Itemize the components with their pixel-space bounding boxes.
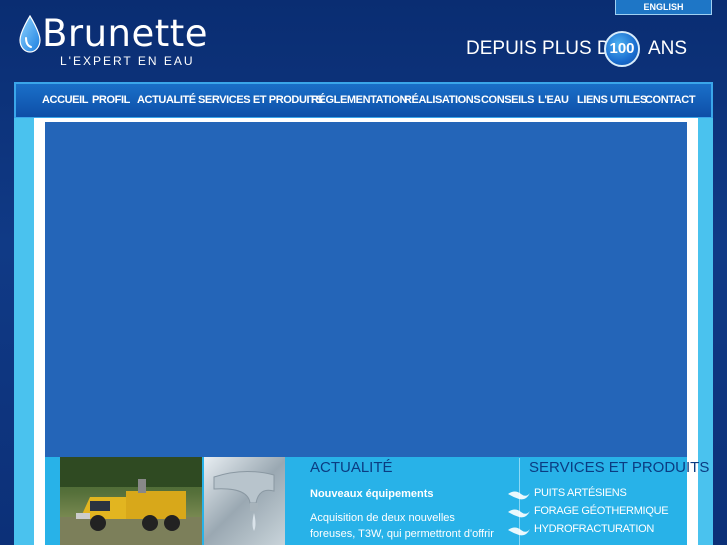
news-section: ACTUALITÉ Nouveaux équipements Acquisiti…: [300, 457, 510, 545]
brand-tagline: L'EXPERT EN EAU: [60, 54, 195, 68]
drilling-truck-photo[interactable]: [60, 457, 202, 545]
brand-name: Brunette: [42, 12, 209, 55]
since-suffix: ANS: [648, 38, 688, 59]
hundred-badge: 100: [604, 31, 640, 67]
faucet-image: [213, 471, 275, 531]
nav-item-leau[interactable]: L'EAU: [538, 84, 569, 117]
service-label: PUITS ARTÉSIENS: [534, 487, 627, 499]
faucet-photo[interactable]: [204, 457, 285, 545]
language-switch-english[interactable]: ENGLISH: [615, 0, 712, 15]
services-title[interactable]: SERVICES ET PRODUITS: [529, 459, 709, 476]
since-prefix: DEPUIS PLUS DE: [466, 38, 624, 59]
nav-item-accueil[interactable]: ACCUEIL: [42, 84, 88, 117]
main-nav: ACCUEIL PROFIL ACTUALITÉ SERVICES ET PRO…: [14, 82, 713, 119]
nav-item-services[interactable]: SERVICES ET PRODUITS: [198, 84, 323, 117]
wave-bullet-icon: [508, 491, 530, 500]
wave-bullet-icon: [508, 509, 530, 518]
nav-item-liens-utiles[interactable]: LIENS UTILES: [577, 84, 647, 117]
nav-item-actualite[interactable]: ACTUALITÉ: [137, 84, 196, 117]
brand-logo[interactable]: Brunette L'EXPERT EN EAU: [18, 12, 218, 72]
service-label: HYDROFRACTURATION: [534, 523, 654, 535]
nav-item-reglementation[interactable]: RÉGLEMENTATION: [311, 84, 407, 117]
truck-image: [60, 457, 202, 545]
since-banner: DEPUIS PLUS DE 100 ANS: [466, 30, 706, 70]
wave-bullet-icon: [508, 527, 530, 536]
news-body: Acquisition de deux nouvelles foreuses, …: [310, 512, 494, 540]
nav-item-realisations[interactable]: RÉALISATIONS: [404, 84, 481, 117]
news-headline[interactable]: Nouveaux équipements: [310, 488, 433, 500]
nav-item-profil[interactable]: PROFIL: [92, 84, 130, 117]
nav-item-contact[interactable]: CONTACT: [645, 84, 696, 117]
service-label: FORAGE GÉOTHERMIQUE: [534, 505, 669, 517]
nav-item-conseils[interactable]: CONSEILS: [481, 84, 534, 117]
services-section: SERVICES ET PRODUITS PUITS ARTÉSIENS FOR…: [508, 457, 709, 545]
water-drop-icon: [19, 14, 41, 53]
news-title[interactable]: ACTUALITÉ: [310, 459, 393, 476]
hero-slideshow[interactable]: [45, 122, 687, 457]
